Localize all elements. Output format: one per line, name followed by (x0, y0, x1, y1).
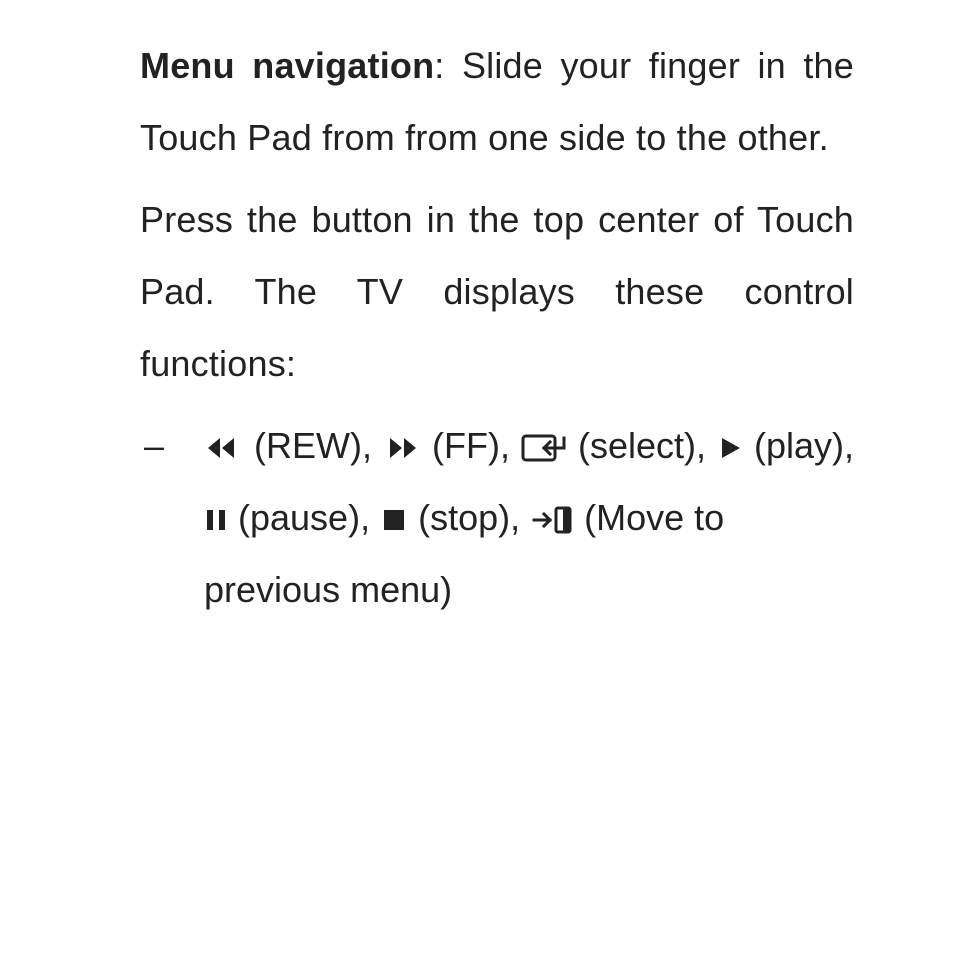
stop-icon (380, 504, 408, 536)
menu-navigation-label: Menu navigation (140, 45, 434, 86)
list-dash: – (140, 410, 204, 626)
list-item-body: (REW), (FF), (204, 410, 854, 626)
controls-list: – (REW), (FF), (140, 410, 854, 626)
rew-label: (REW), (244, 425, 382, 466)
rewind-icon (204, 432, 244, 464)
pause-label: (pause), (228, 497, 380, 538)
fast-forward-icon (382, 432, 422, 464)
back-icon (530, 504, 574, 536)
paragraph-press-button: Press the button in the top center of To… (140, 184, 854, 400)
select-label: (select), (568, 425, 716, 466)
play-label: (play), (744, 425, 854, 466)
play-icon (716, 432, 744, 464)
list-item: – (REW), (FF), (140, 410, 854, 626)
select-icon (520, 432, 568, 464)
pause-icon (204, 504, 228, 536)
stop-label: (stop), (408, 497, 530, 538)
paragraph-menu-navigation: Menu navigation: Slide your finger in th… (140, 30, 854, 174)
document-page: Menu navigation: Slide your finger in th… (0, 0, 954, 656)
ff-label: (FF), (422, 425, 520, 466)
